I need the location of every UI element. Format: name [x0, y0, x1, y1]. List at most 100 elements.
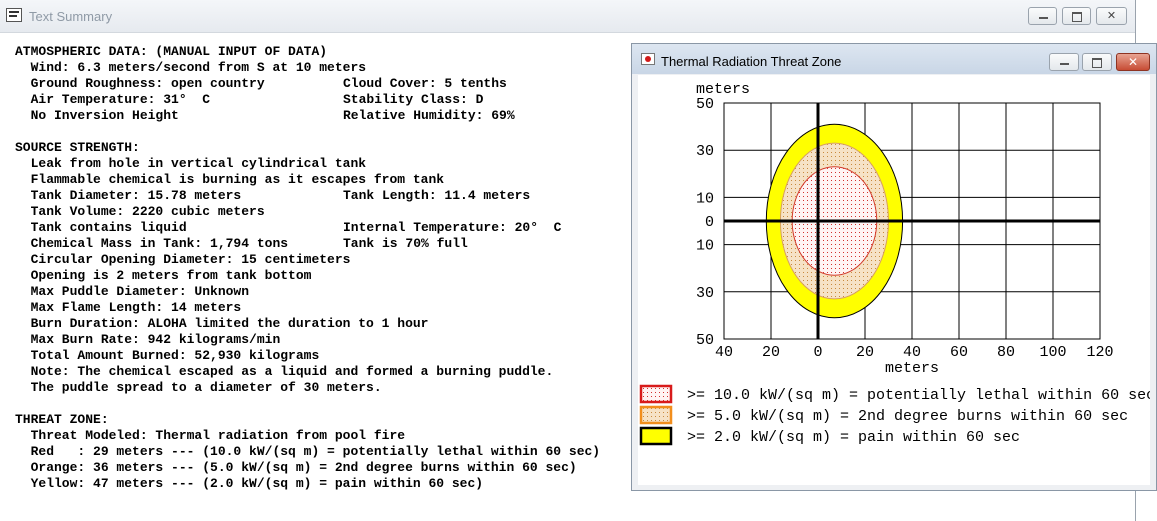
x-tick-label: 120 — [1086, 344, 1113, 361]
x-tick-label: 20 — [856, 344, 874, 361]
threat-close-button[interactable]: ✕ — [1116, 53, 1150, 71]
summary-line-text: Note: The chemical escaped as a liquid a… — [15, 364, 554, 379]
summary-line: ATMOSPHERIC DATA: (MANUAL INPUT OF DATA) — [15, 44, 600, 60]
minimize-icon — [1038, 17, 1048, 19]
maximize-icon — [1092, 58, 1102, 68]
minimize-icon — [1060, 63, 1069, 65]
summary-line: Wind: 6.3 meters/second from S at 10 met… — [15, 60, 600, 76]
summary-line-text: Burn Duration: ALOHA limited the duratio… — [15, 316, 429, 331]
summary-line-text: Red : 29 meters --- (10.0 kW/(sq m) = po… — [15, 444, 601, 459]
summary-line: Circular Opening Diameter: 15 centimeter… — [15, 252, 600, 268]
x-tick-label: 80 — [997, 344, 1015, 361]
summary-line-text: Threat Modeled: Thermal radiation from p… — [15, 428, 406, 443]
legend-label: >= 10.0 kW/(sq m) = potentially lethal w… — [687, 387, 1150, 404]
summary-line: Air Temperature: 31° C Stability Class: D — [15, 92, 600, 108]
summary-line: Leak from hole in vertical cylindrical t… — [15, 156, 600, 172]
threat-maximize-button[interactable] — [1082, 53, 1112, 71]
threat-zone-title: Thermal Radiation Threat Zone — [661, 54, 842, 69]
summary-line: THREAT ZONE: — [15, 412, 600, 428]
threat-zone-titlebar[interactable]: Thermal Radiation Threat Zone ✕ — [632, 44, 1156, 74]
text-summary-titlebar[interactable]: Text Summary ✕ — [0, 0, 1135, 33]
summary-line: Opening is 2 meters from tank bottom — [15, 268, 600, 284]
legend-swatch — [639, 405, 673, 425]
x-tick-label: 0 — [813, 344, 822, 361]
x-axis-label: meters — [885, 360, 939, 377]
summary-line: Threat Modeled: Thermal radiation from p… — [15, 428, 600, 444]
summary-text: ATMOSPHERIC DATA: (MANUAL INPUT OF DATA)… — [15, 44, 600, 492]
summary-line: SOURCE STRENGTH: — [15, 140, 600, 156]
legend-item-yellow: >= 2.0 kW/(sq m) = pain within 60 sec — [639, 426, 1020, 446]
summary-line-text: No Inversion Height — [15, 108, 179, 123]
summary-line: Max Flame Length: 14 meters — [15, 300, 600, 316]
x-tick-label: 100 — [1039, 344, 1066, 361]
summary-line-text: Wind: 6.3 meters/second from S at 10 met… — [15, 60, 367, 75]
summary-line-text: The puddle spread to a diameter of 30 me… — [15, 380, 382, 395]
summary-line-text: ATMOSPHERIC DATA: (MANUAL INPUT OF DATA) — [15, 44, 328, 59]
summary-line-text: Total Amount Burned: 52,930 kilograms — [15, 348, 320, 363]
x-tick-label: 40 — [715, 344, 733, 361]
summary-line-text: Flammable chemical is burning as it esca… — [15, 172, 445, 187]
x-tick-label: 60 — [950, 344, 968, 361]
summary-line-text: Ground Roughness: open country — [15, 76, 265, 91]
close-button[interactable]: ✕ — [1096, 7, 1127, 25]
summary-line: Burn Duration: ALOHA limited the duratio… — [15, 316, 600, 332]
summary-line-text: Max Puddle Diameter: Unknown — [15, 284, 250, 299]
summary-line: Orange: 36 meters --- (5.0 kW/(sq m) = 2… — [15, 460, 600, 476]
summary-line: Ground Roughness: open country Cloud Cove… — [15, 76, 600, 92]
legend-swatch — [639, 426, 673, 446]
y-tick-label: 50 — [696, 96, 714, 113]
summary-line-text: SOURCE STRENGTH: — [15, 140, 140, 155]
threat-zone-window: Thermal Radiation Threat Zone ✕ 40 20 0 … — [631, 43, 1157, 491]
maximize-button[interactable] — [1062, 7, 1091, 25]
summary-line-text: Tank contains liquid — [15, 220, 187, 235]
legend-swatch — [639, 384, 673, 404]
summary-line: Total Amount Burned: 52,930 kilograms — [15, 348, 600, 364]
y-tick-label: 30 — [696, 143, 714, 160]
summary-line-right-text: Relative Humidity: 69% — [343, 108, 515, 123]
x-tick-label: 20 — [762, 344, 780, 361]
summary-line-text: Max Flame Length: 14 meters — [15, 300, 242, 315]
summary-line-text: Chemical Mass in Tank: 1,794 tons — [15, 236, 289, 251]
minimize-button[interactable] — [1028, 7, 1057, 25]
legend-label: >= 2.0 kW/(sq m) = pain within 60 sec — [687, 429, 1020, 446]
summary-line: No Inversion Height Relative Humidity: 69… — [15, 108, 600, 124]
summary-line — [15, 396, 600, 412]
summary-line-right-text: Stability Class: D — [343, 92, 484, 107]
y-tick-label: 10 — [696, 238, 714, 255]
summary-line: Red : 29 meters --- (10.0 kW/(sq m) = po… — [15, 444, 601, 460]
summary-line-text: Air Temperature: 31° C — [15, 92, 211, 107]
summary-line-text: Opening is 2 meters from tank bottom — [15, 268, 312, 283]
summary-line: Note: The chemical escaped as a liquid a… — [15, 364, 600, 380]
legend-item-orange: >= 5.0 kW/(sq m) = 2nd degree burns with… — [639, 405, 1128, 425]
text-summary-title: Text Summary — [29, 9, 113, 24]
summary-line: The puddle spread to a diameter of 30 me… — [15, 380, 600, 396]
y-tick-label: 50 — [696, 332, 714, 349]
x-tick-label: 40 — [903, 344, 921, 361]
summary-line: Flammable chemical is burning as it esca… — [15, 172, 600, 188]
maximize-icon — [1071, 12, 1082, 22]
summary-line: Max Puddle Diameter: Unknown — [15, 284, 600, 300]
summary-line: Yellow: 47 meters --- (2.0 kW/(sq m) = p… — [15, 476, 600, 492]
legend-item-red: >= 10.0 kW/(sq m) = potentially lethal w… — [639, 384, 1150, 404]
summary-line-text: Tank Diameter: 15.78 meters — [15, 188, 242, 203]
threat-zone-client: 40 20 0 20 40 60 80 100 120 50 30 10 0 10 30 50 meters me… — [638, 75, 1150, 485]
y-tick-label: 30 — [696, 285, 714, 302]
summary-line-right-text: Tank Length: 11.4 meters — [343, 188, 531, 203]
y-tick-label: 10 — [696, 190, 714, 207]
legend-label: >= 5.0 kW/(sq m) = 2nd degree burns with… — [687, 408, 1128, 425]
aloha-app-icon — [641, 53, 655, 65]
threat-minimize-button[interactable] — [1049, 53, 1079, 71]
summary-line-right-text: Tank is 70% full — [343, 236, 468, 251]
summary-line-right-text: Cloud Cover: 5 tenths — [343, 76, 507, 91]
threat-zone-chart: 40 20 0 20 40 60 80 100 1205030100103050metersme… — [639, 81, 1150, 446]
summary-line-text: Max Burn Rate: 942 kilograms/min — [15, 332, 281, 347]
summary-line-right-text: Internal Temperature: 20° C — [343, 220, 562, 235]
y-axis-label: meters — [696, 81, 750, 98]
summary-line: Max Burn Rate: 942 kilograms/min — [15, 332, 600, 348]
summary-line-text: Leak from hole in vertical cylindrical t… — [15, 156, 367, 171]
summary-line-text: Yellow: 47 meters --- (2.0 kW/(sq m) = p… — [15, 476, 484, 491]
document-icon — [6, 8, 22, 22]
summary-line-text: Tank Volume: 2220 cubic meters — [15, 204, 265, 219]
y-tick-label: 0 — [705, 214, 714, 231]
summary-line: Tank Diameter: 15.78 meters Tank Length: … — [15, 188, 600, 204]
